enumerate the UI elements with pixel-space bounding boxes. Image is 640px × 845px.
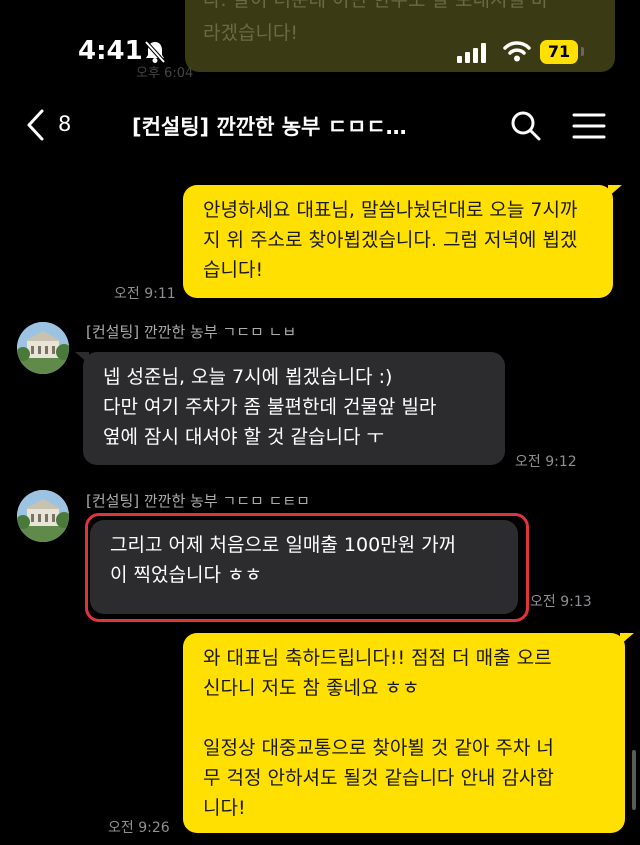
bell-muted-icon <box>144 40 166 64</box>
bubble-tail <box>608 185 622 197</box>
search-icon[interactable] <box>510 110 542 142</box>
sender-name: [컨설팅] 깐깐한 농부 ㄱㄷㅁ ㄷㅌㅁ <box>86 492 310 510</box>
battery-indicator: 71 <box>540 40 578 64</box>
battery-tip <box>581 47 584 56</box>
message-time: 오전 9:11 <box>114 286 176 302</box>
unread-count[interactable]: 8 <box>58 112 71 136</box>
wifi-icon <box>503 41 531 62</box>
bubble-tail <box>75 352 89 364</box>
sender-name: [컨설팅] 깐깐한 농부 ㄱㄷㅁ ㄴㅂ <box>86 323 297 341</box>
message-time: 오전 9:13 <box>530 594 592 610</box>
avatar-image <box>17 322 69 374</box>
message-time: 오전 9:12 <box>515 454 577 470</box>
avatar[interactable] <box>17 490 69 542</box>
bubble-tail <box>620 633 634 645</box>
signal-icon <box>457 43 486 63</box>
chat-title: [컨설팅] 깐깐한 농부 ㄷㅁㄷ… <box>132 115 407 139</box>
avatar-image <box>17 490 69 542</box>
message-text: 안녕하세요 대표님, 말씀나눴던대로 오늘 7시까지 위 주소로 찾아뵙겠습니다… <box>203 199 578 281</box>
incoming-message-bubble[interactable]: 넵 성준님, 오늘 7시에 뵙겠습니다 :) 다만 여기 주차가 좀 불편한데 … <box>83 352 505 465</box>
avatar[interactable] <box>17 322 69 374</box>
outgoing-message-bubble[interactable]: 안녕하세요 대표님, 말씀나눴던대로 오늘 7시까지 위 주소로 찾아뵙겠습니다… <box>183 185 613 298</box>
outgoing-message-bubble[interactable]: 와 대표님 축하드립니다!! 점점 더 매출 오르 신다니 저도 참 좋네요 ㅎ… <box>183 633 625 833</box>
back-chevron-icon[interactable] <box>24 108 48 142</box>
status-bar: 4:41 71 <box>0 0 640 100</box>
message-text: 와 대표님 축하드립니다!! 점점 더 매출 오르 신다니 저도 참 좋네요 ㅎ… <box>203 647 554 819</box>
message-text: 넵 성준님, 오늘 7시에 뵙겠습니다 :) 다만 여기 주차가 좀 불편한데 … <box>103 366 437 448</box>
status-time: 4:41 <box>78 36 143 66</box>
highlight-box <box>85 513 529 622</box>
menu-icon[interactable] <box>572 112 606 140</box>
scrollbar[interactable] <box>632 750 636 810</box>
message-time: 오전 9:26 <box>108 820 170 836</box>
chat-header: 8 [컨설팅] 깐깐한 농부 ㄷㅁㄷ… <box>0 100 640 150</box>
